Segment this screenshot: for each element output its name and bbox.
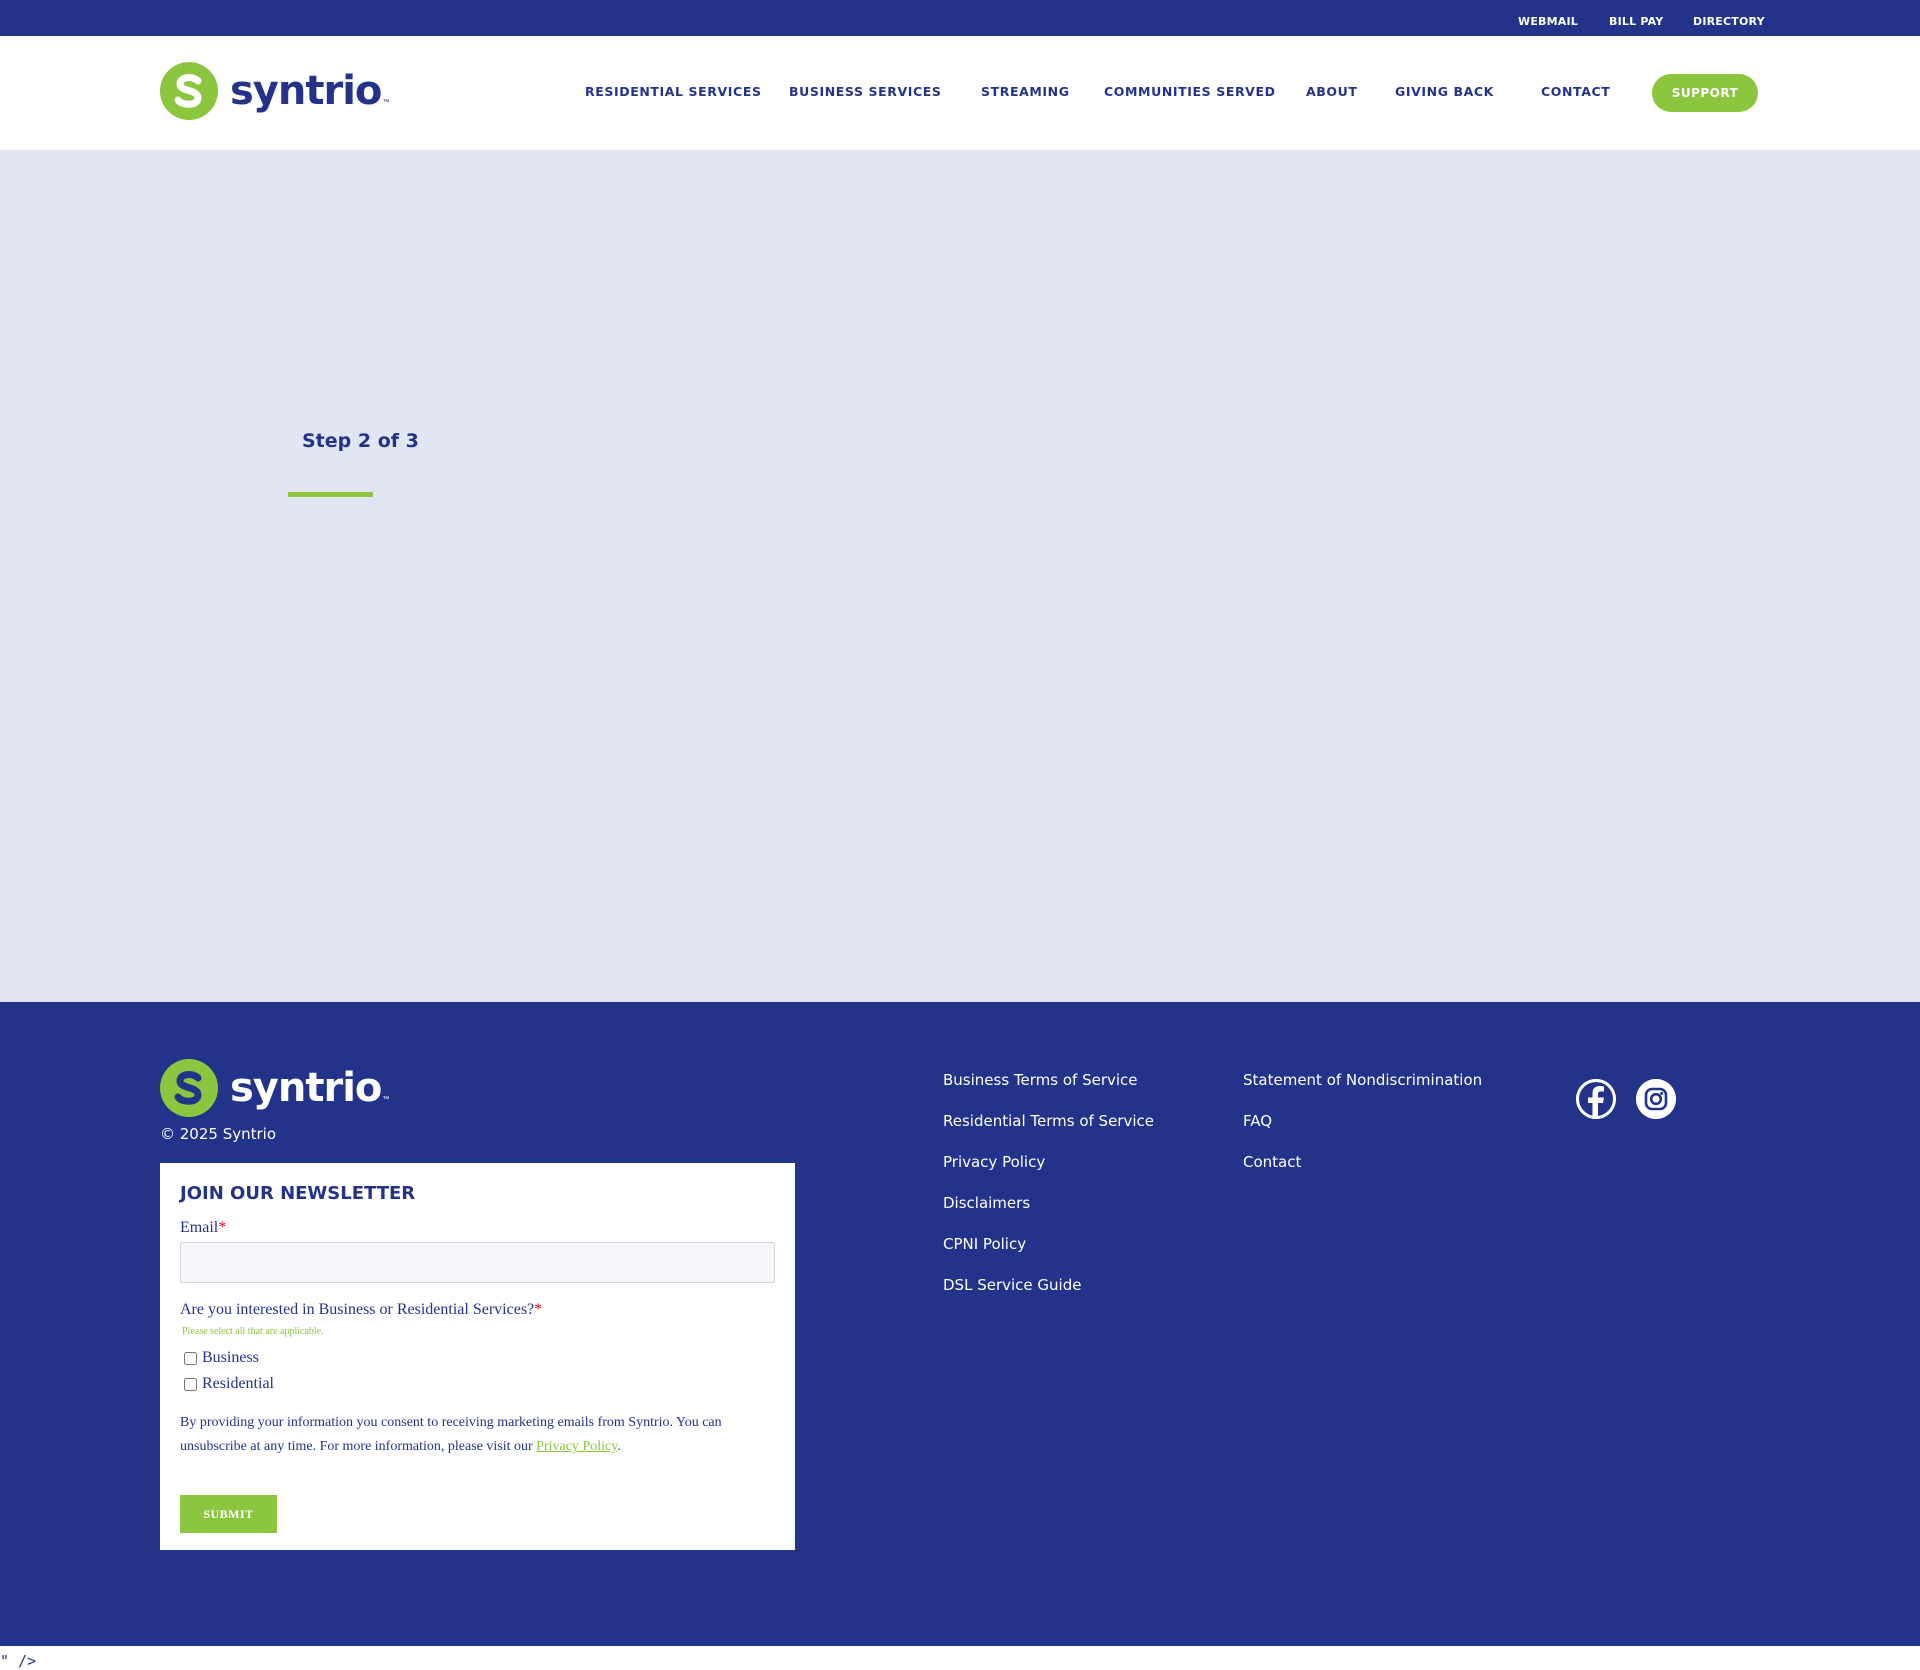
webmail-link[interactable]: WEBMAIL	[1518, 15, 1578, 28]
required-mark: *	[218, 1219, 227, 1236]
step-indicator: Step 2 of 3	[302, 430, 419, 452]
business-checkbox[interactable]	[184, 1351, 197, 1365]
nav-contact[interactable]: CONTACT	[1541, 84, 1610, 99]
footer-logo[interactable]: syntrio ™	[160, 1059, 389, 1117]
email-label-text: Email	[180, 1219, 219, 1236]
nav-business-services[interactable]: BUSINESS SERVICES	[789, 84, 942, 99]
consent-end: .	[617, 1439, 621, 1454]
email-label: Email*	[180, 1219, 226, 1237]
utility-bar: WEBMAIL BILL PAY DIRECTORY	[0, 0, 1920, 36]
bill-pay-link[interactable]: BILL PAY	[1609, 15, 1663, 28]
select-all-hint: Please select all that are applicable.	[182, 1326, 324, 1337]
residential-option-label: Residential	[202, 1375, 274, 1392]
facebook-icon[interactable]	[1576, 1079, 1616, 1119]
syntrio-logo-icon	[160, 62, 218, 120]
nav-giving-back[interactable]: GIVING BACK	[1395, 84, 1494, 99]
directory-link[interactable]: DIRECTORY	[1693, 15, 1765, 28]
support-button[interactable]: SUPPORT	[1652, 74, 1758, 112]
consent-body: By providing your information you consen…	[180, 1415, 722, 1454]
footer-link-cpni-policy[interactable]: CPNI Policy	[943, 1235, 1026, 1253]
footer-link-privacy-policy[interactable]: Privacy Policy	[943, 1153, 1045, 1171]
footer-link-residential-terms[interactable]: Residential Terms of Service	[943, 1112, 1154, 1130]
residential-checkbox[interactable]	[184, 1377, 197, 1391]
stray-markup-text: " />	[0, 1652, 37, 1670]
residential-option[interactable]: Residential	[184, 1375, 274, 1393]
business-option-label: Business	[202, 1349, 259, 1366]
trademark-mark: ™	[382, 99, 390, 106]
syntrio-logo-icon	[160, 1059, 218, 1117]
required-mark: *	[534, 1301, 543, 1318]
nav-residential-services[interactable]: RESIDENTIAL SERVICES	[585, 84, 762, 99]
footer-link-contact[interactable]: Contact	[1243, 1153, 1301, 1171]
nav-about[interactable]: ABOUT	[1306, 84, 1358, 99]
footer-link-nondiscrimination[interactable]: Statement of Nondiscrimination	[1243, 1071, 1482, 1089]
service-interest-label: Are you interested in Business or Reside…	[180, 1301, 542, 1319]
business-option[interactable]: Business	[184, 1349, 259, 1367]
service-interest-text: Are you interested in Business or Reside…	[180, 1301, 535, 1318]
copyright-text: © 2025 Syntrio	[160, 1125, 277, 1143]
instagram-icon[interactable]	[1636, 1079, 1676, 1119]
footer-trademark-mark: ™	[382, 1096, 390, 1103]
newsletter-title: JOIN OUR NEWSLETTER	[180, 1183, 416, 1204]
footer-brand-wordmark: syntrio	[230, 1065, 382, 1111]
privacy-policy-link[interactable]: Privacy Policy	[536, 1439, 617, 1454]
nav-communities-served[interactable]: COMMUNITIES SERVED	[1104, 84, 1276, 99]
footer-link-dsl-guide[interactable]: DSL Service Guide	[943, 1276, 1081, 1294]
footer-link-faq[interactable]: FAQ	[1243, 1112, 1272, 1130]
main-content	[0, 150, 1920, 1002]
newsletter-form: JOIN OUR NEWSLETTER Email* Are you inter…	[160, 1163, 795, 1550]
step-progress-bar	[288, 492, 373, 497]
brand-wordmark: syntrio	[230, 68, 382, 114]
consent-text: By providing your information you consen…	[180, 1411, 770, 1459]
nav-streaming[interactable]: STREAMING	[981, 84, 1070, 99]
header-logo[interactable]: syntrio ™	[160, 62, 389, 120]
submit-button[interactable]: SUBMIT	[180, 1495, 277, 1533]
footer-link-business-terms[interactable]: Business Terms of Service	[943, 1071, 1138, 1089]
footer-link-disclaimers[interactable]: Disclaimers	[943, 1194, 1030, 1212]
email-field[interactable]	[180, 1242, 775, 1283]
